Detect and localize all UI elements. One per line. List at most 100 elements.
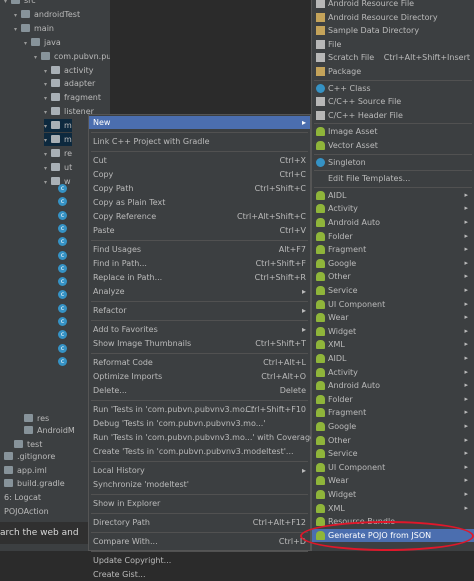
submenu-item-c-class[interactable]: C++ Class bbox=[312, 82, 474, 95]
submenu-item-ui-component[interactable]: UI Component ▸ bbox=[312, 461, 474, 474]
submenu-item-scratch-file[interactable]: Scratch File Ctrl+Alt+Shift+Insert bbox=[312, 51, 474, 64]
class-file-row[interactable]: c bbox=[58, 340, 67, 353]
menu-item-update-copyright[interactable]: Update Copyright... bbox=[89, 554, 310, 567]
submenu-item-c-c-source-file[interactable]: C/C++ Source File bbox=[312, 95, 474, 108]
class-file-row[interactable]: c bbox=[58, 273, 67, 287]
tree-row[interactable]: ▾ src bbox=[4, 0, 36, 7]
menu-item-compare-with[interactable]: Compare With... Ctrl+D bbox=[89, 535, 310, 548]
expand-arrow-icon[interactable]: ▾ bbox=[34, 51, 41, 64]
submenu-item-ui-component[interactable]: UI Component ▸ bbox=[312, 298, 474, 311]
tree-row[interactable]: build.gradle bbox=[4, 477, 65, 490]
tree-row[interactable]: app.iml bbox=[4, 464, 47, 477]
tree-row[interactable]: ▾ androidTest bbox=[14, 8, 80, 21]
submenu-item-android-resource-file[interactable]: Android Resource File bbox=[312, 0, 474, 10]
submenu-item-folder[interactable]: Folder ▸ bbox=[312, 230, 474, 243]
class-file-row[interactable]: c bbox=[58, 313, 67, 326]
menu-item-copy-reference[interactable]: Copy Reference Ctrl+Alt+Shift+C bbox=[89, 210, 310, 223]
submenu-item-generate-pojo-from-json[interactable]: Generate POJO from JSON bbox=[312, 528, 474, 542]
submenu-item-activity[interactable]: Activity ▸ bbox=[312, 366, 474, 379]
menu-item-synchronize-modeltest[interactable]: Synchronize 'modeltest' bbox=[89, 478, 310, 491]
menu-item-replace-in-path[interactable]: Replace in Path... Ctrl+Shift+R bbox=[89, 271, 310, 284]
expand-arrow-icon[interactable]: ▾ bbox=[44, 78, 51, 91]
submenu-item-service[interactable]: Service ▸ bbox=[312, 284, 474, 297]
submenu-item-c-c-header-file[interactable]: C/C++ Header File bbox=[312, 109, 474, 122]
submenu-item-image-asset[interactable]: Image Asset bbox=[312, 125, 474, 138]
submenu-item-android-resource-directory[interactable]: Android Resource Directory bbox=[312, 11, 474, 24]
expand-arrow-icon[interactable]: ▾ bbox=[24, 37, 31, 50]
tree-row[interactable]: ▾ fragment bbox=[44, 91, 101, 104]
menu-item-paste[interactable]: Paste Ctrl+V bbox=[89, 224, 310, 237]
submenu-item-wear[interactable]: Wear ▸ bbox=[312, 474, 474, 487]
class-file-row[interactable]: c bbox=[58, 300, 67, 313]
submenu-item-fragment[interactable]: Fragment ▸ bbox=[312, 243, 474, 256]
menu-item-refactor[interactable]: Refactor ▸ bbox=[89, 304, 310, 317]
logcat-tab[interactable]: 6: Logcat bbox=[4, 492, 41, 504]
expand-arrow-icon[interactable]: ▾ bbox=[44, 92, 51, 105]
class-file-row[interactable]: c bbox=[58, 193, 67, 207]
tree-row[interactable]: ▾ re bbox=[44, 147, 72, 160]
submenu-item-vector-asset[interactable]: Vector Asset bbox=[312, 139, 474, 152]
tree-row[interactable]: .gitignore bbox=[4, 450, 55, 463]
submenu-item-resource-bundle[interactable]: Resource Bundle bbox=[312, 515, 474, 528]
submenu-item-file[interactable]: File bbox=[312, 38, 474, 51]
submenu-item-xml[interactable]: XML ▸ bbox=[312, 338, 474, 351]
menu-item-new[interactable]: New ▸ bbox=[89, 116, 310, 129]
class-file-row[interactable]: c bbox=[58, 353, 67, 366]
submenu-item-sample-data-directory[interactable]: Sample Data Directory bbox=[312, 24, 474, 37]
menu-item-run-tests-in-com-pubvn-pubvnv3-mo[interactable]: Run 'Tests in 'com.pubvn.pubvnv3.mo...' C… bbox=[89, 403, 310, 416]
menu-item-cut[interactable]: Cut Ctrl+X bbox=[89, 154, 310, 167]
submenu-item-singleton[interactable]: Singleton bbox=[312, 156, 474, 169]
submenu-item-fragment[interactable]: Fragment ▸ bbox=[312, 406, 474, 419]
expand-arrow-icon[interactable]: ▾ bbox=[44, 148, 51, 161]
menu-item-find-usages[interactable]: Find Usages Alt+F7 bbox=[89, 243, 310, 256]
expand-arrow-icon[interactable]: ▾ bbox=[14, 9, 21, 22]
submenu-item-google[interactable]: Google ▸ bbox=[312, 420, 474, 433]
tree-row[interactable]: ▾ ut bbox=[44, 161, 72, 174]
submenu-item-aidl[interactable]: AIDL ▸ bbox=[312, 352, 474, 365]
expand-arrow-icon[interactable]: ▾ bbox=[14, 23, 21, 36]
expand-arrow-icon[interactable]: ▾ bbox=[44, 134, 51, 147]
tree-row[interactable]: ▾ main bbox=[14, 22, 54, 35]
class-file-row[interactable]: c bbox=[58, 220, 67, 233]
submenu-item-widget[interactable]: Widget ▸ bbox=[312, 488, 474, 501]
expand-arrow-icon[interactable]: ▾ bbox=[4, 0, 11, 8]
menu-item-create-gist[interactable]: Create Gist... bbox=[89, 568, 310, 581]
expand-arrow-icon[interactable]: ▾ bbox=[44, 65, 51, 78]
menu-item-find-in-path[interactable]: Find in Path... Ctrl+Shift+F bbox=[89, 257, 310, 270]
class-file-row[interactable]: c bbox=[58, 247, 67, 260]
expand-arrow-icon[interactable]: ▾ bbox=[44, 106, 51, 119]
tree-row[interactable]: ▾ m bbox=[44, 133, 72, 146]
expand-arrow-icon[interactable]: ▾ bbox=[44, 176, 51, 189]
submenu-item-widget[interactable]: Widget ▸ bbox=[312, 325, 474, 338]
class-file-row[interactable]: c bbox=[58, 207, 67, 220]
submenu-item-package[interactable]: Package bbox=[312, 65, 474, 78]
pojo-action-item[interactable]: POJOAction bbox=[4, 506, 49, 518]
submenu-item-aidl[interactable]: AIDL ▸ bbox=[312, 189, 474, 202]
menu-item-reformat-code[interactable]: Reformat Code Ctrl+Alt+L bbox=[89, 356, 310, 369]
submenu-item-folder[interactable]: Folder ▸ bbox=[312, 393, 474, 406]
menu-item-copy-as-plain-text[interactable]: Copy as Plain Text bbox=[89, 196, 310, 209]
tree-row[interactable]: ▾ com.pubvn.pubvnv3 bbox=[34, 50, 110, 63]
tree-row[interactable]: ▾ listener bbox=[44, 105, 94, 118]
menu-item-show-in-explorer[interactable]: Show in Explorer bbox=[89, 497, 310, 510]
class-file-row[interactable]: c bbox=[58, 326, 67, 340]
menu-item-show-image-thumbnails[interactable]: Show Image Thumbnails Ctrl+Shift+T bbox=[89, 337, 310, 350]
submenu-item-other[interactable]: Other ▸ bbox=[312, 434, 474, 447]
submenu-item-xml[interactable]: XML ▸ bbox=[312, 502, 474, 515]
submenu-item-other[interactable]: Other ▸ bbox=[312, 270, 474, 283]
menu-item-optimize-imports[interactable]: Optimize Imports Ctrl+Alt+O bbox=[89, 370, 310, 383]
menu-item-add-to-favorites[interactable]: Add to Favorites ▸ bbox=[89, 323, 310, 336]
menu-item-delete[interactable]: Delete... Delete bbox=[89, 384, 310, 397]
submenu-item-service[interactable]: Service ▸ bbox=[312, 447, 474, 460]
menu-item-local-history[interactable]: Local History ▸ bbox=[89, 464, 310, 477]
submenu-item-edit-file-templates[interactable]: Edit File Templates... bbox=[312, 172, 474, 185]
tree-row[interactable]: ▾ m bbox=[44, 119, 72, 133]
menu-item-debug-tests-in-com-pubvn-pubvnv3-mo[interactable]: Debug 'Tests in 'com.pubvn.pubvnv3.mo...… bbox=[89, 417, 310, 430]
class-file-row[interactable]: c bbox=[58, 260, 67, 273]
expand-arrow-icon[interactable]: ▾ bbox=[44, 162, 51, 175]
submenu-item-google[interactable]: Google ▸ bbox=[312, 257, 474, 270]
expand-arrow-icon[interactable]: ▾ bbox=[44, 120, 51, 133]
submenu-item-android-auto[interactable]: Android Auto ▸ bbox=[312, 379, 474, 392]
menu-item-analyze[interactable]: Analyze ▸ bbox=[89, 285, 310, 298]
menu-item-run-tests-in-com-pubvn-pubvnv3-mo-with-coverage[interactable]: Run 'Tests in 'com.pubvn.pubvnv3.mo...' … bbox=[89, 431, 315, 444]
